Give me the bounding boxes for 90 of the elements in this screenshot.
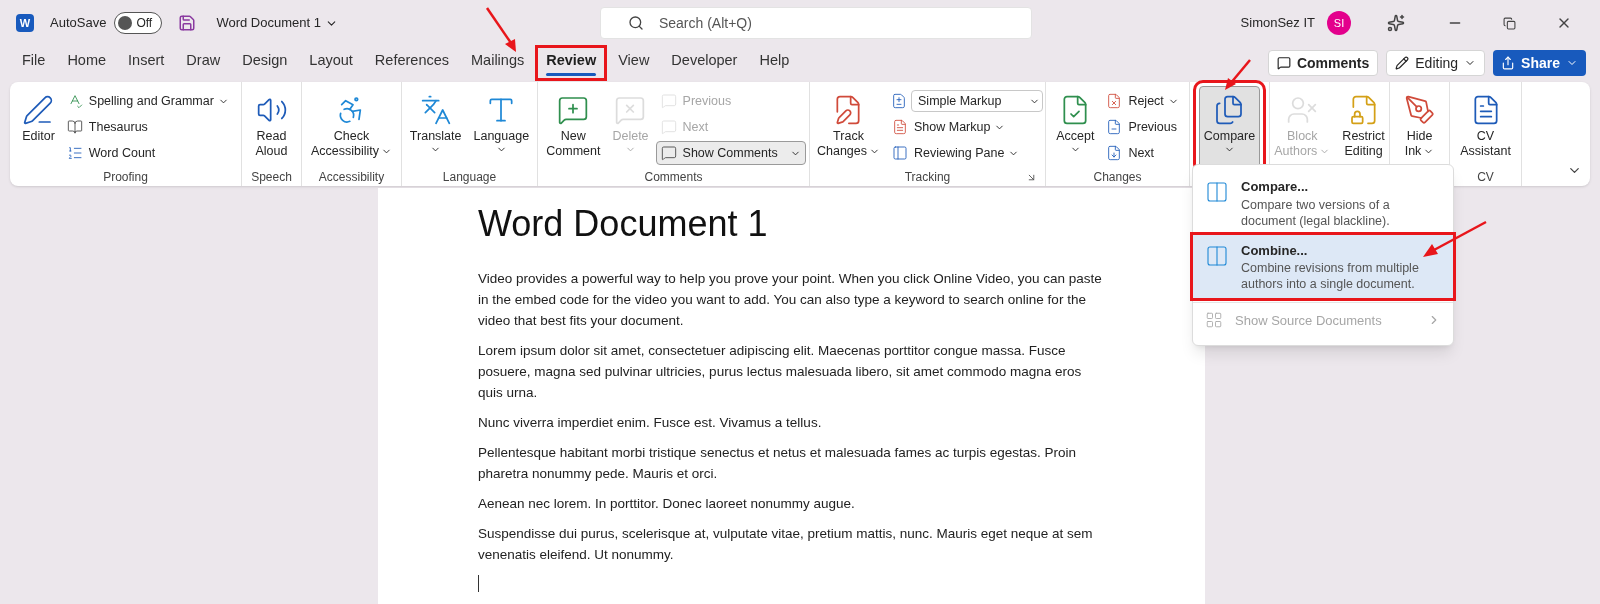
ribbon-button[interactable]: Translate [404,86,467,168]
ribbon-button[interactable]: Track Changes [811,86,885,168]
paragraph: Aenean nec lorem. In porttitor. Donec laoreet nonummy augue. [478,495,856,513]
annotation-arrow [1420,220,1488,260]
ribbon-button[interactable]: CV Assistant [1455,86,1516,168]
comment-icon [660,93,677,109]
search-field[interactable]: Search (Alt+Q) [599,7,1032,39]
ribbon-button[interactable]: Check Accessibility [305,86,398,168]
translate-icon [419,94,452,126]
pane-icon [892,145,908,161]
paragraph: Lorem ipsum dolor sit amet, consectetuer adipiscing elit. Maecenas porttitor congue massa. Fusce posuere, magna sed pulvinar ultricies, purus lectus malesuada libero, sit amet commodo magna eros quis urna. [478,342,1083,402]
ribbon-button[interactable]: New Comment [541,86,606,168]
markup-select[interactable]: Simple Markup [911,90,1043,112]
document-markup-icon [891,93,907,109]
ribbon-button[interactable]: Editor [17,86,60,168]
ribbon-button[interactable]: Reviewing Pane [887,141,1043,165]
app-logo: W [16,14,34,32]
paragraph: Pellentesque habitant morbi tristique senectus et netus et malesuada fames ac turpis egestas. Proin pharetra nonummy pede. Mauris et orci. [478,444,1078,483]
paragraph: Video provides a powerful way to help you prove your point. When you click Online Video, you can paste in the embed code for the video you want to add. You can also type a keyword to search online for the video that best fits your document. [478,270,1103,330]
document-icon [1106,119,1123,135]
menu-item[interactable]: Combine... Combine revisions from multiple authors into a single document. [1193,234,1453,298]
user-name: SimonSez IT [1240,14,1315,33]
document-icon [1106,145,1123,161]
text-cursor [478,575,479,592]
ribbon-tab[interactable]: Mailings [463,48,533,78]
ribbon-tab[interactable]: File [14,48,54,78]
group-label: Language [442,169,497,186]
grid-icon [1205,311,1223,329]
dialog-launcher-icon[interactable] [1026,172,1037,183]
paragraph: Suspendisse dui purus, scelerisque at, vulputate vitae, pretium mattis, nunc. Mauris eget neque at sem venenatis eleifend. Ut nonummy. [478,525,1094,564]
comment-icon [660,119,677,135]
ribbon-button[interactable]: Language [468,86,535,168]
group-label: Tracking [904,169,951,186]
person-blocked-icon [1286,94,1319,126]
ribbon-tab[interactable]: Review [538,48,605,78]
comment-icon [1276,56,1291,70]
comment-add-icon [557,94,590,126]
group-label: Comments [644,169,703,186]
ribbon-button[interactable]: Previous [1101,115,1184,139]
ribbon-tab[interactable]: View [610,48,658,78]
autosave-toggle[interactable]: Off [114,12,163,34]
share-button[interactable]: Share [1493,50,1586,76]
ribbon-button[interactable]: Word Count [61,141,234,165]
comments-button[interactable]: Comments [1267,50,1379,76]
ribbon-button[interactable]: Spelling and Grammar [61,89,234,113]
search-icon [627,15,644,31]
editing-button[interactable]: Editing [1386,50,1486,76]
autosave-label: AutoSave [50,14,107,33]
group-label: CV [1477,169,1494,186]
restore-icon[interactable] [1503,16,1516,30]
group-label: Proofing [103,169,148,186]
annotation-arrow [485,6,519,54]
comment-delete-icon [614,94,647,126]
ribbon-button[interactable]: Thesaurus [61,115,234,139]
ribbon-button[interactable]: Accept [1051,86,1100,168]
pen-icon [1403,94,1436,126]
group-label: Changes [1093,169,1142,186]
ribbon-button[interactable]: Next [1101,141,1184,165]
book-icon [66,119,83,135]
ribbon-button[interactable]: Show Comments [655,141,806,165]
document-x-icon [1106,93,1123,109]
ribbon-tab[interactable]: Draw [178,48,229,78]
document-heading: Word Document 1 [478,202,769,246]
ribbon-button[interactable]: Read Aloud [250,86,293,168]
share-icon [1501,56,1516,70]
pencil-icon [1395,56,1410,70]
ribbon-button[interactable]: Hide Ink [1398,86,1441,168]
avatar[interactable]: SI [1327,11,1351,35]
ribbon-tab[interactable]: Layout [301,48,361,78]
ribbon-tab[interactable]: Insert [120,48,173,78]
ribbon-button[interactable]: Show Markup [887,115,1043,139]
numbered-list-icon [66,145,83,161]
ribbon-tab[interactable]: References [366,48,457,78]
ribbon-button[interactable]: Reject [1101,89,1184,113]
sparkle-icon[interactable] [1387,14,1405,32]
group-label: Accessibility [318,169,385,186]
ribbon-button[interactable]: Restrict Editing [1337,86,1390,168]
menu-item[interactable]: Compare... Compare two versions of a document (legal blackline). [1193,171,1453,235]
ribbon-tab[interactable]: Help [751,48,798,78]
document-icon [892,119,908,135]
comment-icon [660,145,677,161]
save-icon[interactable] [178,14,197,32]
ribbon-tab[interactable]: Developer [663,48,746,78]
ribbon-tab[interactable]: Home [59,48,115,78]
ribbon-tab[interactable]: Design [234,48,296,78]
document-title[interactable]: Word Document 1 [216,13,338,33]
paragraph: Nunc viverra imperdiet enim. Fusce est. Vivamus a tellus. [478,414,823,432]
annotation-arrow [1222,58,1252,92]
pen-icon [22,94,55,126]
group-label: Speech [251,169,292,186]
